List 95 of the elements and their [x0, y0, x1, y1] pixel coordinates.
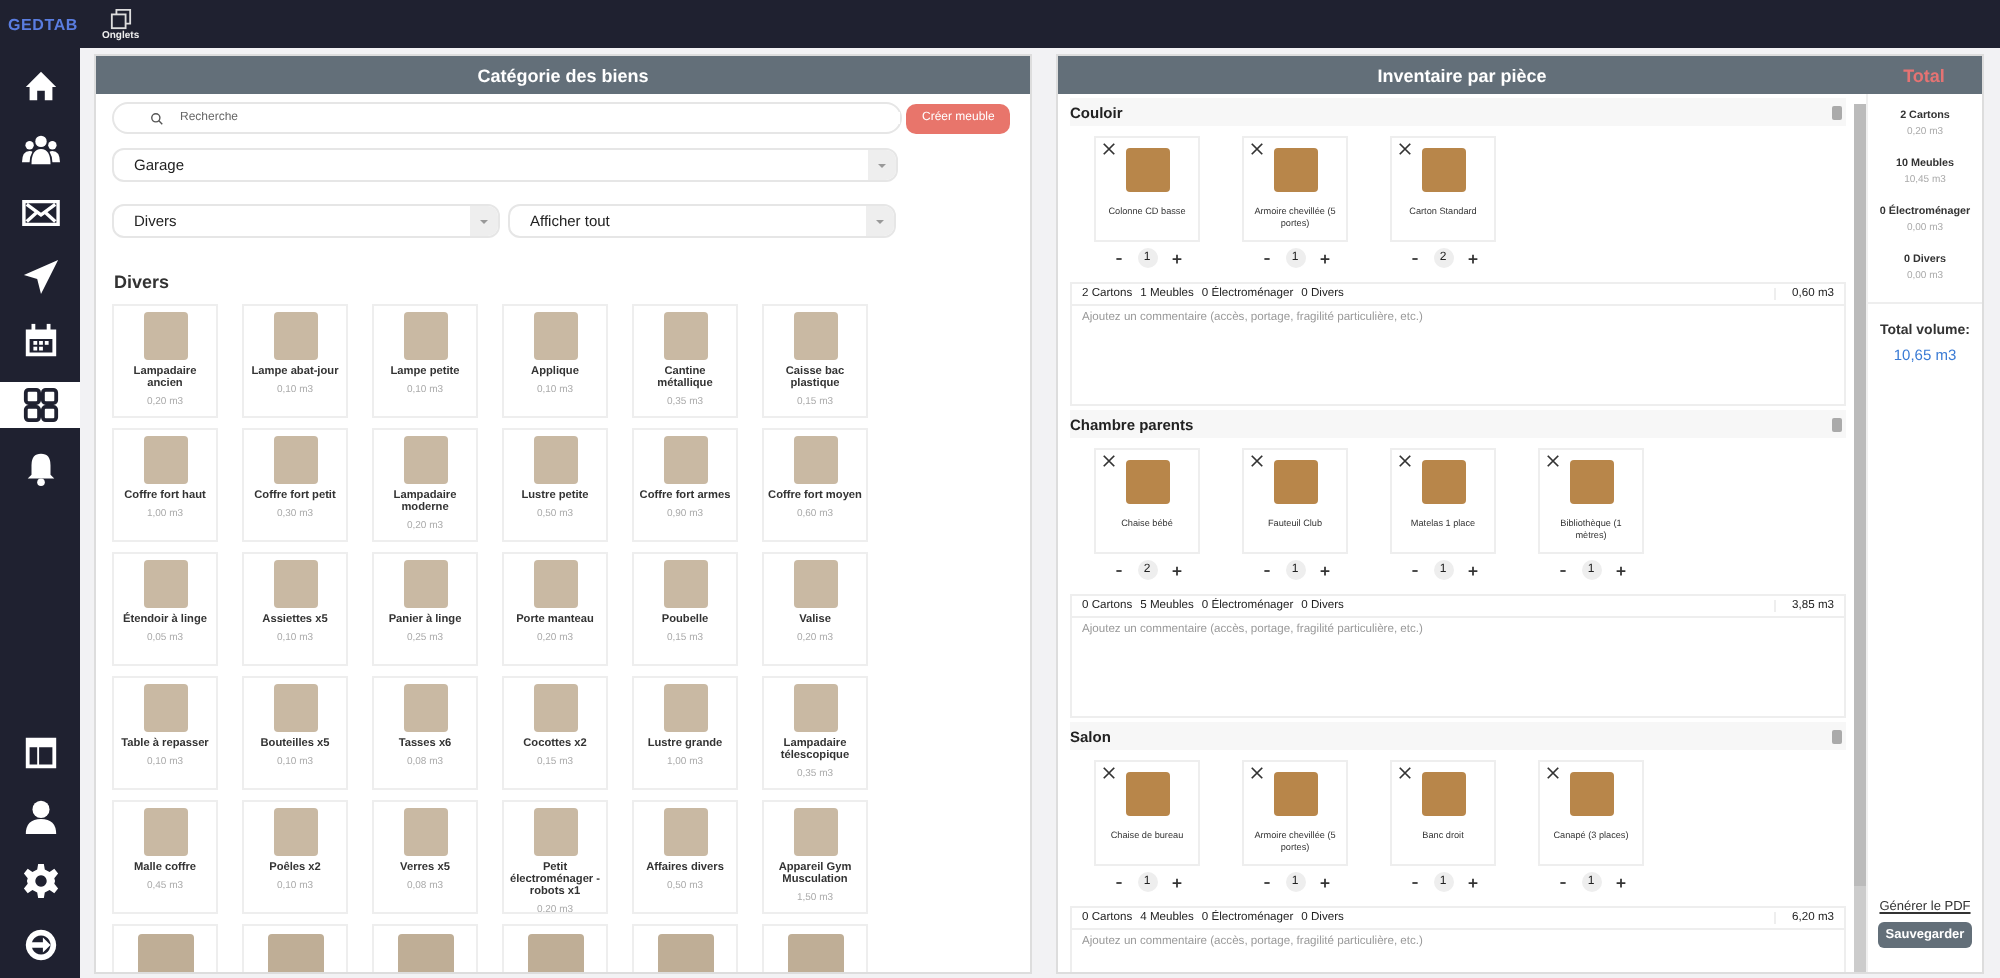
- panel-header: Catégorie des biens: [96, 56, 1030, 94]
- photo-placeholder: [1421, 460, 1465, 504]
- photo-placeholder: [793, 560, 837, 608]
- plus-icon: [1317, 875, 1331, 889]
- sidebar-item[interactable]: [0, 382, 80, 428]
- section-title: Divers: [112, 272, 172, 292]
- photo-placeholder: [1273, 772, 1317, 816]
- photo-placeholder: [533, 436, 577, 484]
- layout-icon: [21, 734, 59, 772]
- remove-button[interactable]: [1398, 766, 1412, 780]
- search-icon: [150, 111, 164, 125]
- scrollbar[interactable]: [1854, 104, 1866, 972]
- remove-button[interactable]: [1250, 766, 1264, 780]
- photo-placeholder: [793, 808, 837, 856]
- photo-placeholder: [143, 436, 187, 484]
- photo-placeholder: [143, 808, 187, 856]
- photo-placeholder: [143, 312, 187, 360]
- photo-placeholder: [1125, 460, 1169, 504]
- plus-icon: [1465, 251, 1479, 265]
- remove-button[interactable]: [1250, 454, 1264, 468]
- logout-icon: [21, 926, 59, 964]
- remove-button[interactable]: [1102, 766, 1116, 780]
- grid-icon: [21, 386, 59, 424]
- photo-placeholder: [1125, 148, 1169, 192]
- photo-placeholder: [403, 312, 447, 360]
- send-icon: [21, 258, 59, 296]
- photo-placeholder: [533, 312, 577, 360]
- panel-header: Inventaire par pièce: [1058, 56, 1866, 94]
- photo-placeholder: [1125, 772, 1169, 816]
- photo-placeholder: [1273, 148, 1317, 192]
- photo-placeholder: [273, 312, 317, 360]
- photo-placeholder: [1569, 460, 1613, 504]
- plus-icon: [1465, 875, 1479, 889]
- photo-placeholder: [533, 808, 577, 856]
- photo-placeholder: [793, 684, 837, 732]
- plus-icon: [1169, 251, 1183, 265]
- close-icon: [1546, 454, 1560, 468]
- photo-placeholder: [663, 684, 707, 732]
- photo-placeholder: [663, 808, 707, 856]
- people-icon: [21, 130, 59, 168]
- close-icon: [1250, 142, 1264, 156]
- plus-icon: [1169, 875, 1183, 889]
- plus-icon: [1613, 875, 1627, 889]
- caret-icon: [866, 206, 894, 236]
- photo-placeholder: [273, 436, 317, 484]
- close-icon: [1102, 142, 1116, 156]
- photo-placeholder: [273, 684, 317, 732]
- plus-icon: [1169, 563, 1183, 577]
- remove-button[interactable]: [1546, 766, 1560, 780]
- caret-icon: [868, 150, 896, 180]
- close-icon: [1398, 142, 1412, 156]
- photo-placeholder: [1421, 772, 1465, 816]
- user-icon: [21, 798, 59, 836]
- logo[interactable]: GEDTAB: [8, 15, 78, 33]
- mail-icon: [21, 194, 59, 232]
- remove-button[interactable]: [1102, 142, 1116, 156]
- close-icon: [1546, 766, 1560, 780]
- photo-placeholder: [403, 436, 447, 484]
- photo-placeholder: [533, 560, 577, 608]
- photo-placeholder: [533, 684, 577, 732]
- photo-placeholder: [793, 436, 837, 484]
- photo-placeholder: [793, 312, 837, 360]
- photo-placeholder: [273, 808, 317, 856]
- photo-placeholder: [663, 560, 707, 608]
- plus-icon: [1317, 563, 1331, 577]
- remove-button[interactable]: [1250, 142, 1264, 156]
- remove-button[interactable]: [1398, 142, 1412, 156]
- close-icon: [1398, 766, 1412, 780]
- remove-button[interactable]: [1102, 454, 1116, 468]
- photo-placeholder: [403, 684, 447, 732]
- close-icon: [1250, 454, 1264, 468]
- photo-placeholder: [663, 312, 707, 360]
- close-icon: [1102, 454, 1116, 468]
- settings-icon: [21, 862, 59, 900]
- photo-placeholder: [1569, 772, 1613, 816]
- plus-icon: [1613, 563, 1627, 577]
- plus-icon: [1465, 563, 1479, 577]
- photo-placeholder: [663, 436, 707, 484]
- caret-icon: [470, 206, 498, 236]
- close-icon: [1102, 766, 1116, 780]
- photo-placeholder: [403, 808, 447, 856]
- total-header: Total: [1866, 56, 1982, 94]
- photo-placeholder: [143, 560, 187, 608]
- photo-placeholder: [273, 560, 317, 608]
- calendar-icon: [21, 322, 59, 360]
- close-icon: [1250, 766, 1264, 780]
- photo-placeholder: [1421, 148, 1465, 192]
- close-icon: [1398, 454, 1412, 468]
- photo-placeholder: [143, 684, 187, 732]
- home-icon: [21, 66, 59, 104]
- plus-icon: [1317, 251, 1331, 265]
- photo-placeholder: [403, 560, 447, 608]
- remove-button[interactable]: [1398, 454, 1412, 468]
- remove-button[interactable]: [1546, 454, 1560, 468]
- photo-placeholder: [1273, 460, 1317, 504]
